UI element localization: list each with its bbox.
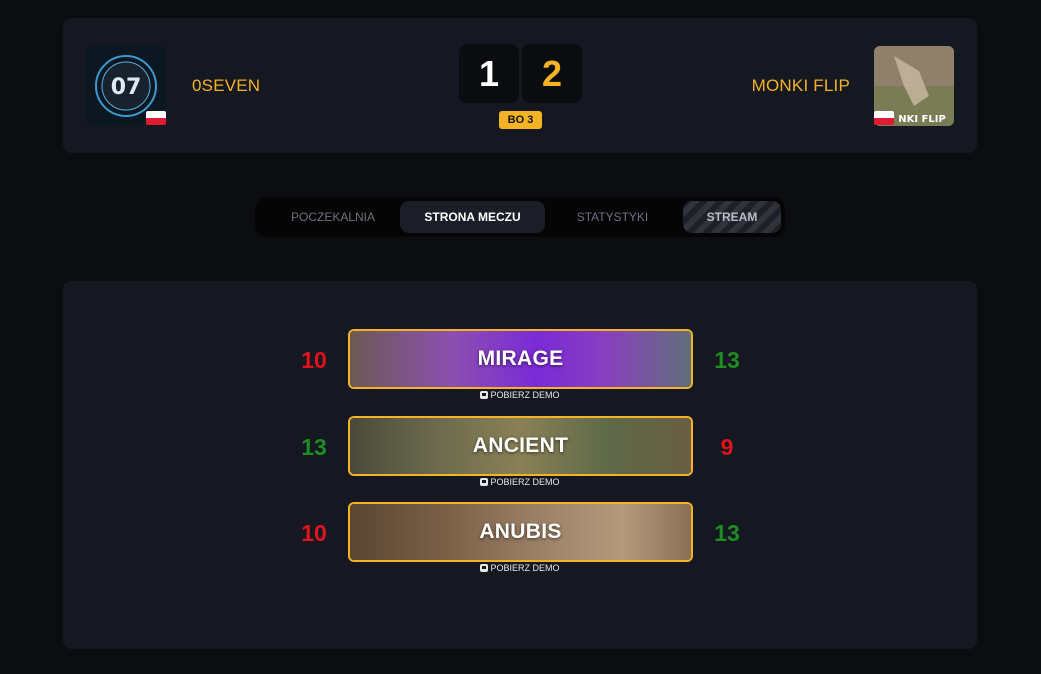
match-tabs: POCZEKALNIA STRONA MECZU STATYSTYKI STRE…: [255, 197, 785, 237]
score-left: 1: [459, 44, 519, 103]
demo-label: POBIERZ DEMO: [490, 477, 560, 487]
download-demo-link[interactable]: POBIERZ DEMO: [63, 563, 977, 573]
map-score-left: 10: [301, 347, 327, 373]
map-row: 10 ANUBIS 13 POBIERZ DEMO: [63, 502, 977, 587]
team-right-flag: [874, 111, 894, 125]
map-banner-anubis[interactable]: ANUBIS: [348, 502, 693, 562]
map-banner-ancient[interactable]: ANCIENT: [348, 416, 693, 476]
map-name: ANUBIS: [479, 520, 562, 543]
download-demo-link[interactable]: POBIERZ DEMO: [63, 477, 977, 487]
tab-stream[interactable]: STREAM: [683, 201, 781, 233]
team-right-name[interactable]: MONKI FLIP: [752, 76, 850, 96]
map-score-right: 13: [714, 520, 740, 546]
team-left-name[interactable]: 0SEVEN: [192, 76, 260, 96]
map-score-right: 9: [720, 434, 734, 460]
maps-card: 10 MIRAGE 13 POBIERZ DEMO 13 ANCIENT 9 P…: [63, 281, 977, 649]
demo-label: POBIERZ DEMO: [490, 563, 560, 573]
score-right: 2: [522, 44, 582, 103]
save-icon: [480, 391, 489, 399]
tab-statystyki[interactable]: STATYSTYKI: [545, 201, 680, 233]
map-row: 10 MIRAGE 13 POBIERZ DEMO: [63, 329, 977, 414]
demo-label: POBIERZ DEMO: [490, 390, 560, 400]
map-score-right: 13: [714, 347, 740, 373]
map-banner-mirage[interactable]: MIRAGE: [348, 329, 693, 389]
download-demo-link[interactable]: POBIERZ DEMO: [63, 390, 977, 400]
map-row: 13 ANCIENT 9 POBIERZ DEMO: [63, 416, 977, 501]
match-header: 07 0SEVEN 1 2 BO 3 MONKI FLIP NKI FLIP: [63, 18, 977, 153]
map-score-left: 10: [301, 520, 327, 546]
map-name: MIRAGE: [477, 347, 564, 370]
tab-poczekalnia[interactable]: POCZEKALNIA: [263, 201, 403, 233]
team-left-flag: [146, 111, 166, 125]
save-icon: [480, 478, 489, 486]
map-score-left: 13: [301, 434, 327, 460]
tab-strona-meczu[interactable]: STRONA MECZU: [400, 201, 545, 233]
team-right-logo-text: NKI FLIP: [898, 114, 946, 125]
save-icon: [480, 564, 489, 572]
team-left-logo-text: 07: [111, 75, 142, 100]
format-badge: BO 3: [499, 111, 542, 129]
map-name: ANCIENT: [472, 434, 569, 457]
